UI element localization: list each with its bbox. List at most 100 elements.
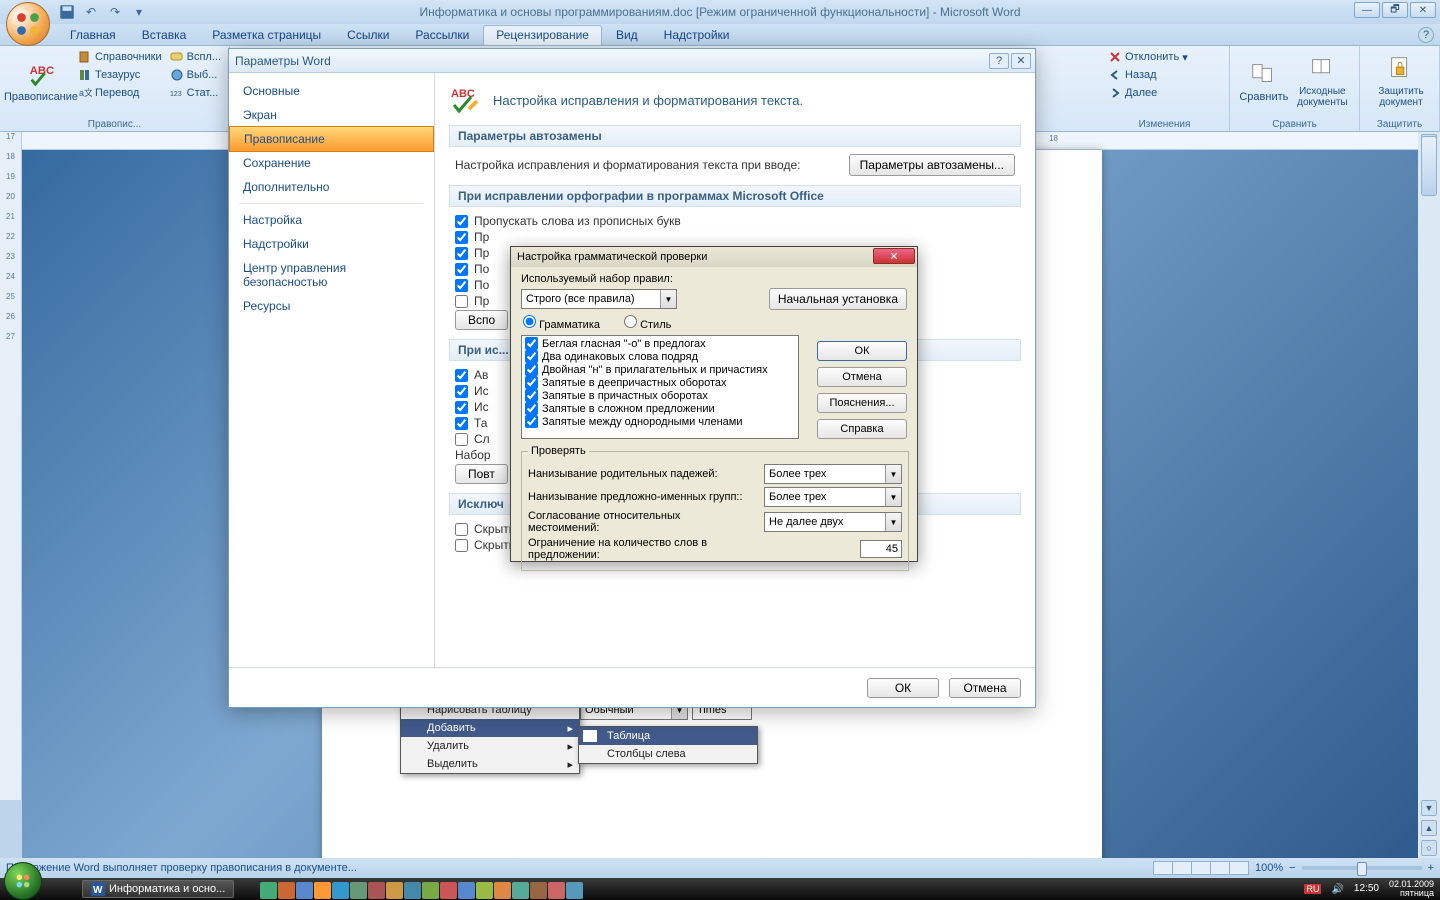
chk-w5[interactable] xyxy=(455,433,468,446)
ribbon-tab-home[interactable]: Главная xyxy=(58,26,128,45)
rule-chk[interactable] xyxy=(525,350,538,363)
ql-icon[interactable] xyxy=(458,882,475,899)
prepositional-combo[interactable]: Более трех▼ xyxy=(764,487,902,507)
window-minimize-button[interactable]: — xyxy=(1354,2,1380,18)
ctx-insert-table[interactable]: Таблица xyxy=(579,727,757,745)
reject-button[interactable]: Отклонить ▾ xyxy=(1106,48,1223,66)
ribbon-tab-review[interactable]: Рецензирование xyxy=(483,25,602,45)
nav-customize[interactable]: Настройка xyxy=(229,208,434,232)
thesaurus-button[interactable]: Тезаурус xyxy=(76,66,164,84)
chk-opt5[interactable] xyxy=(455,279,468,292)
nav-resources[interactable]: Ресурсы xyxy=(229,294,434,318)
scroll-thumb[interactable] xyxy=(1421,136,1437,196)
ql-icon[interactable] xyxy=(404,882,421,899)
view-web[interactable] xyxy=(1191,861,1211,875)
ql-icon[interactable] xyxy=(548,882,565,899)
ribbon-help-icon[interactable]: ? xyxy=(1418,27,1434,43)
nav-addins[interactable]: Надстройки xyxy=(229,232,434,256)
setlanguage-button[interactable]: Выб... xyxy=(168,66,223,84)
translate-button[interactable]: a文Перевод xyxy=(76,84,164,102)
chk-opt2[interactable] xyxy=(455,231,468,244)
research-button[interactable]: Справочники xyxy=(76,48,164,66)
aux-button[interactable]: Вспо xyxy=(455,310,508,330)
ql-icon[interactable] xyxy=(314,882,331,899)
window-close-button[interactable]: ✕ xyxy=(1410,2,1436,18)
ql-icon[interactable] xyxy=(332,882,349,899)
ql-icon[interactable] xyxy=(260,882,277,899)
rule-chk[interactable] xyxy=(525,402,538,415)
rule-chk[interactable] xyxy=(525,389,538,402)
zoom-slider[interactable] xyxy=(1302,866,1422,870)
ql-icon[interactable] xyxy=(296,882,313,899)
tray-network-icon[interactable]: 🔊 xyxy=(1331,884,1343,895)
ql-icon[interactable] xyxy=(476,882,493,899)
taskbar-app-word[interactable]: W Информатика и осно... xyxy=(82,880,234,898)
qat-redo-icon[interactable]: ↷ xyxy=(106,3,124,21)
grammar-titlebar[interactable]: Настройка грамматической проверки ✕ xyxy=(511,247,917,267)
ruleset-combo[interactable]: Строго (все правила)▼ xyxy=(521,289,677,309)
nav-trustcenter[interactable]: Центр управления безопасностью xyxy=(229,256,434,294)
tray-lang-icon[interactable]: RU xyxy=(1304,884,1321,894)
ql-icon[interactable] xyxy=(512,882,529,899)
chk-opt6[interactable] xyxy=(455,295,468,308)
browse-object-icon[interactable]: ○ xyxy=(1421,840,1437,856)
nav-save[interactable]: Сохранение xyxy=(229,151,434,175)
rules-list[interactable]: Беглая гласная "-о" в предлогах Два один… xyxy=(521,335,799,439)
ql-icon[interactable] xyxy=(422,882,439,899)
ql-icon[interactable] xyxy=(350,882,367,899)
view-outline[interactable] xyxy=(1210,861,1230,875)
ql-icon[interactable] xyxy=(278,882,295,899)
rule-chk[interactable] xyxy=(525,363,538,376)
chk-hide-grammar[interactable] xyxy=(455,539,468,552)
grammar-help-button[interactable]: Справка xyxy=(817,419,907,439)
pronoun-combo[interactable]: Не далее двух▼ xyxy=(764,512,902,532)
wordcount-button[interactable]: 123Стат... xyxy=(168,84,223,102)
tooltip-button[interactable]: Вспл... xyxy=(168,48,223,66)
chk-w3[interactable] xyxy=(455,401,468,414)
dialog-close-icon[interactable]: ✕ xyxy=(1011,53,1031,69)
next-button[interactable]: Далее xyxy=(1106,84,1223,102)
view-print-layout[interactable] xyxy=(1153,861,1173,875)
nav-proofing[interactable]: Правописание xyxy=(229,126,434,152)
autocorrect-options-button[interactable]: Параметры автозамены... xyxy=(849,154,1015,176)
zoom-out-icon[interactable]: − xyxy=(1289,862,1295,874)
ctx-select[interactable]: Выделить▸ xyxy=(401,755,579,773)
nav-advanced[interactable]: Дополнительно xyxy=(229,175,434,199)
qat-undo-icon[interactable]: ↶ xyxy=(82,3,100,21)
ql-icon[interactable] xyxy=(566,882,583,899)
reset-button[interactable]: Начальная установка xyxy=(769,288,907,310)
qat-customize-icon[interactable]: ▾ xyxy=(130,3,148,21)
chk-w2[interactable] xyxy=(455,385,468,398)
ql-icon[interactable] xyxy=(368,882,385,899)
qat-save-icon[interactable] xyxy=(58,3,76,21)
compare-button[interactable]: Сравнить xyxy=(1236,48,1292,114)
showsource-button[interactable]: Исходные документы xyxy=(1292,48,1353,114)
tray-time[interactable]: 12:50 xyxy=(1354,884,1379,894)
vertical-ruler[interactable]: 1718192021222324252627 xyxy=(0,132,22,800)
zoom-in-icon[interactable]: + xyxy=(1428,862,1434,874)
chk-hide-spell[interactable] xyxy=(455,523,468,536)
nav-display[interactable]: Экран xyxy=(229,103,434,127)
dialog-help-icon[interactable]: ? xyxy=(989,53,1009,69)
start-button[interactable] xyxy=(4,862,42,900)
ribbon-tab-insert[interactable]: Вставка xyxy=(130,26,199,45)
ql-icon[interactable] xyxy=(386,882,403,899)
nav-general[interactable]: Основные xyxy=(229,79,434,103)
view-draft[interactable] xyxy=(1229,861,1249,875)
office-button[interactable] xyxy=(6,2,50,46)
ql-icon[interactable] xyxy=(440,882,457,899)
ql-icon[interactable] xyxy=(530,882,547,899)
grammar-close-icon[interactable]: ✕ xyxy=(873,248,915,264)
view-full-screen[interactable] xyxy=(1172,861,1192,875)
vertical-scrollbar[interactable]: ▲ ▼ ▲ ○ ▼ xyxy=(1418,132,1440,878)
grammar-explain-button[interactable]: Пояснения... xyxy=(817,393,907,413)
ribbon-tab-addins[interactable]: Надстройки xyxy=(652,26,742,45)
previous-button[interactable]: Назад xyxy=(1106,66,1223,84)
chk-w4[interactable] xyxy=(455,417,468,430)
radio-style[interactable]: Стиль xyxy=(624,315,671,331)
protect-button[interactable]: Защитить документ xyxy=(1366,48,1436,114)
ctx-delete[interactable]: Удалить▸ xyxy=(401,737,579,755)
dialog-titlebar[interactable]: Параметры Word ? ✕ xyxy=(229,49,1035,73)
ribbon-tab-mailings[interactable]: Рассылки xyxy=(403,26,481,45)
ctx-insert-cols-left[interactable]: Столбцы слева xyxy=(579,745,757,763)
